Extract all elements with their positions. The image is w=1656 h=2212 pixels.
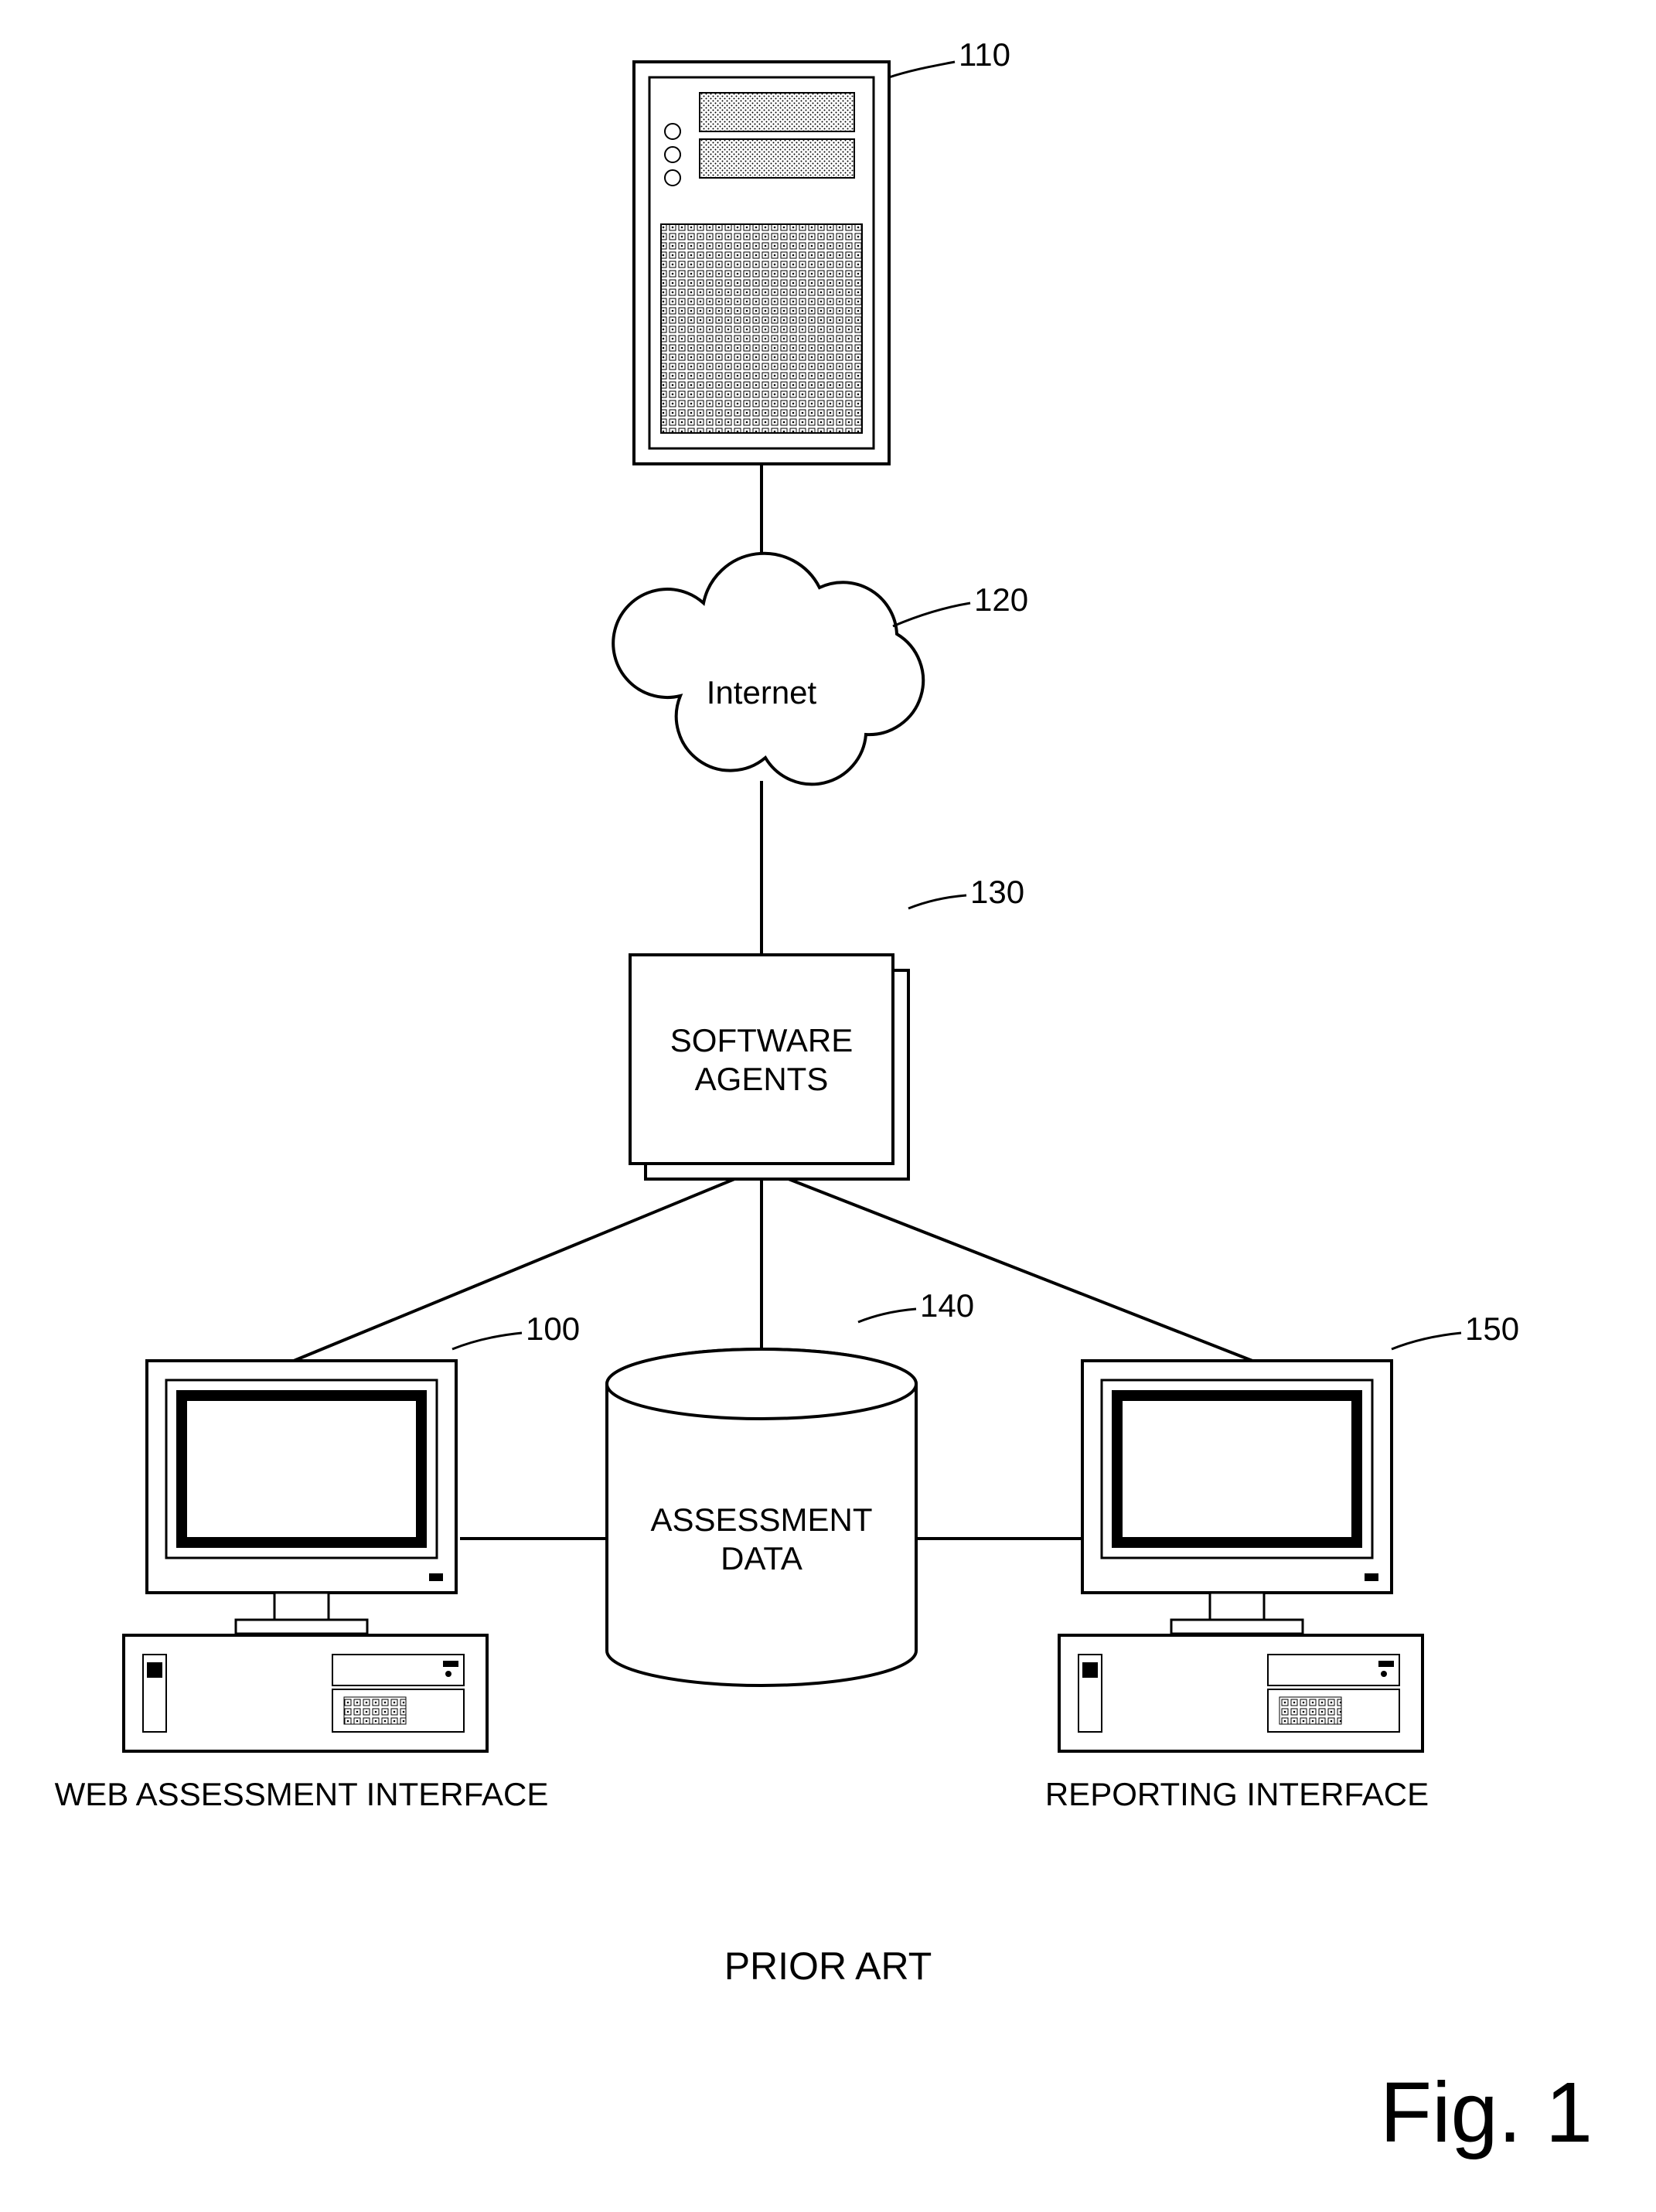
report-if-label: REPORTING INTERFACE <box>1045 1776 1429 1812</box>
data-label-1: ASSESSMENT <box>650 1501 872 1538</box>
ref-140: 140 <box>920 1287 974 1324</box>
ref-110: 110 <box>959 36 1010 73</box>
ref-130: 130 <box>970 874 1024 910</box>
cloud-label: Internet <box>707 674 817 711</box>
agents-label-1: SOFTWARE <box>670 1022 853 1058</box>
agents-label-2: AGENTS <box>695 1061 829 1097</box>
leader-line <box>858 1309 916 1322</box>
connector <box>789 1179 1252 1361</box>
leader-line <box>1392 1333 1461 1349</box>
web-if-label: WEB ASSESSMENT INTERFACE <box>55 1776 549 1812</box>
server-icon <box>634 62 889 464</box>
data-label-2: DATA <box>721 1540 802 1576</box>
leader-line <box>452 1333 522 1349</box>
leader-line <box>889 62 955 77</box>
prior-art-label: PRIOR ART <box>724 1944 932 1988</box>
leader-line <box>908 895 966 908</box>
ref-100: 100 <box>526 1310 580 1347</box>
workstation-right-icon <box>1059 1361 1423 1751</box>
cloud-icon <box>613 554 923 785</box>
workstation-left-icon <box>124 1361 487 1751</box>
ref-150: 150 <box>1465 1310 1519 1347</box>
figure-label: Fig. 1 <box>1380 2065 1593 2160</box>
ref-120: 120 <box>974 581 1028 618</box>
leader-line <box>893 603 970 626</box>
